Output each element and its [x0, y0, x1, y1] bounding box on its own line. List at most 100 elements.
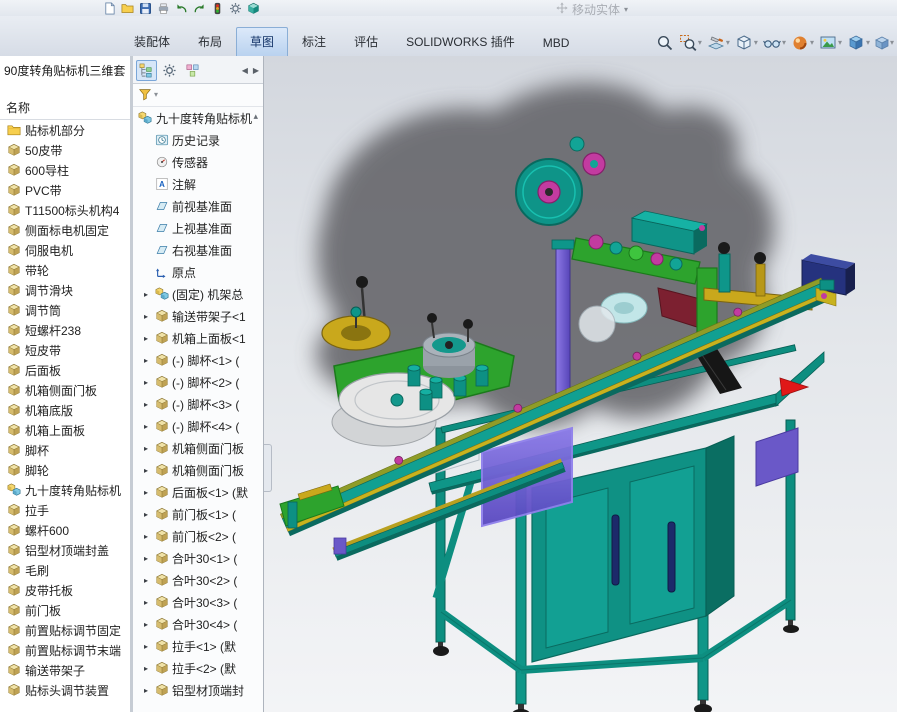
ribbon-tab[interactable]: SOLIDWORKS 插件 — [392, 27, 529, 56]
expander-icon[interactable]: ▸ — [141, 466, 151, 475]
expander-icon[interactable]: ▸ — [141, 686, 151, 695]
options-button[interactable] — [228, 1, 243, 15]
tree-item[interactable]: 历史记录 — [133, 129, 263, 151]
dropdown-caret-icon[interactable]: ▾ — [866, 39, 870, 47]
expander-icon[interactable]: ▸ — [141, 620, 151, 629]
tree-item[interactable]: 右视基准面 — [133, 239, 263, 261]
tree-item[interactable]: ▸ 铝型材顶端封 — [133, 679, 263, 701]
tree-item[interactable]: ▸ 输送带架子<1 — [133, 305, 263, 327]
tree-item[interactable]: ▸ (-) 脚杯<3> ( — [133, 393, 263, 415]
redo-button[interactable] — [192, 1, 207, 15]
cad-model[interactable] — [264, 56, 897, 712]
part-teal-button[interactable] — [246, 1, 261, 15]
tree-root-item[interactable]: 九十度转角贴标机 ▴ — [133, 107, 263, 129]
list-item[interactable]: 调节滑块 — [0, 280, 130, 300]
expander-icon[interactable]: ▸ — [141, 400, 151, 409]
undo-button[interactable] — [174, 1, 189, 15]
expander-icon[interactable]: ▸ — [141, 554, 151, 563]
list-item[interactable]: PVC带 — [0, 180, 130, 200]
tree-item[interactable]: ▸ (-) 脚杯<4> ( — [133, 415, 263, 437]
list-item[interactable]: 九十度转角贴标机 — [0, 480, 130, 500]
list-item[interactable]: 螺杆600 — [0, 520, 130, 540]
list-item[interactable]: 贴标机部分 — [0, 120, 130, 140]
list-item[interactable]: 输送带架子 — [0, 660, 130, 680]
ribbon-tab[interactable]: 标注 — [288, 27, 340, 56]
expander-icon[interactable]: ▸ — [141, 510, 151, 519]
tree-scroll-up-icon[interactable]: ▴ — [253, 111, 258, 122]
edit-appearance-button[interactable]: ▾ — [790, 33, 815, 53]
dropdown-caret-icon[interactable]: ▾ — [782, 39, 786, 47]
ribbon-tab[interactable]: 装配体 — [120, 27, 184, 56]
tree-item[interactable]: ▸ (固定) 机架总 — [133, 283, 263, 305]
tree-item[interactable]: ▸ 合叶30<3> ( — [133, 591, 263, 613]
zoom-fit-button[interactable] — [655, 33, 675, 53]
list-item[interactable]: 拉手 — [0, 500, 130, 520]
list-item[interactable]: 前置贴标调节末端 — [0, 640, 130, 660]
tree-item[interactable]: 原点 — [133, 261, 263, 283]
list-item[interactable]: 脚轮 — [0, 460, 130, 480]
dropdown-caret-icon[interactable]: ▾ — [810, 39, 814, 47]
scroll-right-icon[interactable]: ▶ — [251, 64, 261, 77]
list-item[interactable]: 调节筒 — [0, 300, 130, 320]
scroll-left-icon[interactable]: ◀ — [240, 64, 250, 77]
list-item[interactable]: 贴标头调节装置 — [0, 680, 130, 700]
list-item[interactable]: 后面板 — [0, 360, 130, 380]
new-document-button[interactable] — [102, 1, 117, 15]
tree-item[interactable]: ▸ 后面板<1> (默 — [133, 481, 263, 503]
expander-icon[interactable]: ▸ — [141, 312, 151, 321]
list-item[interactable]: 短皮带 — [0, 340, 130, 360]
expander-icon[interactable]: ▸ — [141, 290, 151, 299]
tree-item[interactable]: ▸ 机箱侧面门板 — [133, 437, 263, 459]
list-item[interactable]: 机箱上面板 — [0, 420, 130, 440]
tree-item[interactable]: ▸ 合叶30<2> ( — [133, 569, 263, 591]
filter-funnel-icon[interactable] — [138, 87, 152, 104]
apply-scene-button[interactable]: ▾ — [818, 33, 843, 53]
zoom-area-button[interactable]: ▾ — [678, 33, 703, 53]
list-item[interactable]: 前门板 — [0, 600, 130, 620]
list-item[interactable]: 机箱侧面门板 — [0, 380, 130, 400]
list-item[interactable]: 50皮带 — [0, 140, 130, 160]
dropdown-caret-icon[interactable]: ▾ — [838, 39, 842, 47]
list-item[interactable]: 侧面标电机固定 — [0, 220, 130, 240]
list-item[interactable]: 脚杯 — [0, 440, 130, 460]
expander-icon[interactable]: ▸ — [141, 378, 151, 387]
tree-item[interactable]: ▸ 合叶30<4> ( — [133, 613, 263, 635]
door-handle[interactable] — [611, 514, 620, 586]
tree-item[interactable]: ▸ 前门板<1> ( — [133, 503, 263, 525]
list-item[interactable]: 短螺杆238 — [0, 320, 130, 340]
tree-item[interactable]: ▸ (-) 脚杯<1> ( — [133, 349, 263, 371]
list-item[interactable]: 铝型材顶端封盖 — [0, 540, 130, 560]
expander-icon[interactable]: ▸ — [141, 598, 151, 607]
list-item[interactable]: 机箱底版 — [0, 400, 130, 420]
print-button[interactable] — [156, 1, 171, 15]
door-handle[interactable] — [667, 521, 676, 593]
list-item[interactable]: 皮带托板 — [0, 580, 130, 600]
dropdown-caret-icon[interactable]: ▾ — [698, 39, 702, 47]
tree-item[interactable]: ▸ 前门板<2> ( — [133, 525, 263, 547]
property-manager-tab[interactable] — [159, 60, 180, 81]
dropdown-caret-icon[interactable]: ▾ — [726, 39, 730, 47]
expander-icon[interactable]: ▸ — [141, 488, 151, 497]
expander-icon[interactable]: ▸ — [141, 422, 151, 431]
tree-item[interactable]: ▸ 机箱侧面门板 — [133, 459, 263, 481]
tree-item[interactable]: ▸ 拉手<2> (默 — [133, 657, 263, 679]
list-item[interactable]: 伺服电机 — [0, 240, 130, 260]
ribbon-tab[interactable]: 布局 — [184, 27, 236, 56]
expander-icon[interactable]: ▸ — [141, 532, 151, 541]
rebuild-button[interactable] — [210, 1, 225, 15]
tree-item[interactable]: ▸ 合叶30<1> ( — [133, 547, 263, 569]
tree-item[interactable]: A 注解 — [133, 173, 263, 195]
tree-item[interactable]: 前视基准面 — [133, 195, 263, 217]
save-button[interactable] — [138, 1, 153, 15]
open-button[interactable] — [120, 1, 135, 15]
expander-icon[interactable]: ▸ — [141, 642, 151, 651]
dropdown-caret-icon[interactable]: ▾ — [754, 39, 758, 47]
view-orientation-button[interactable]: ▾ — [846, 33, 871, 53]
tree-item[interactable]: 传感器 — [133, 151, 263, 173]
toolbar-overflow-button[interactable]: ▾ — [874, 35, 894, 51]
list-item[interactable]: 带轮 — [0, 260, 130, 280]
tree-item[interactable]: ▸ 机箱上面板<1 — [133, 327, 263, 349]
feature-manager-tab[interactable] — [136, 59, 157, 81]
tree-item[interactable]: ▸ (-) 脚杯<2> ( — [133, 371, 263, 393]
configuration-manager-tab[interactable] — [182, 60, 203, 81]
